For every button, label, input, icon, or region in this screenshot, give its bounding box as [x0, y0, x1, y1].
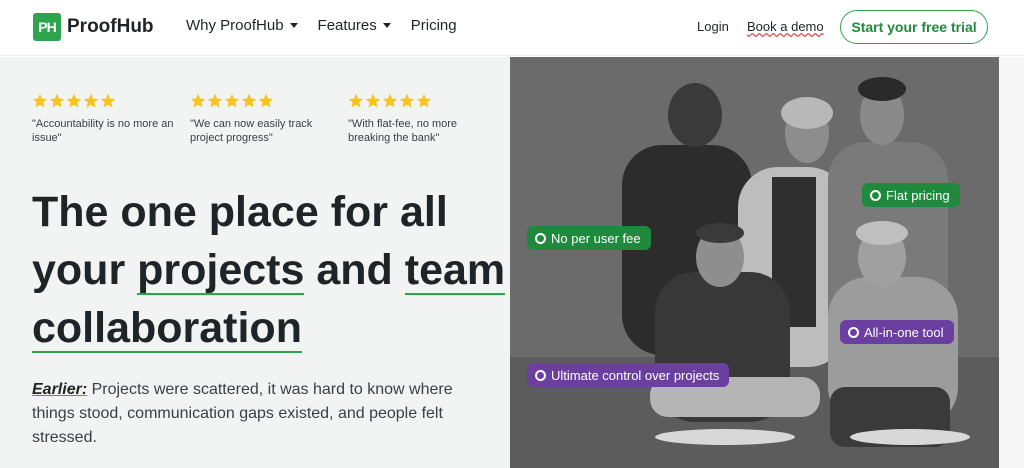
star-icon [224, 93, 240, 108]
main-nav: Why ProofHub Features Pricing [186, 17, 477, 34]
nav-features[interactable]: Features [318, 17, 391, 34]
star-icon [348, 93, 364, 108]
hero-description: Earlier: Projects were scattered, it was… [32, 378, 482, 450]
star-icon [399, 93, 415, 108]
review-text: "We can now easily track project progres… [190, 118, 313, 144]
tag-label: Ultimate control over projects [551, 367, 720, 383]
team-photo-illustration [510, 57, 999, 468]
headline-collaboration: collaboration [32, 304, 302, 353]
star-icon [66, 93, 82, 108]
hero-left-panel: "Accountability is no more an issue" "We… [0, 57, 510, 468]
star-rating [348, 93, 498, 109]
star-icon [382, 93, 398, 108]
headline-part: and [304, 246, 405, 294]
circle-icon [535, 232, 546, 244]
tag-flat-pricing: Flat pricing [862, 183, 960, 207]
circle-icon [848, 326, 859, 338]
logo-mark: PH [33, 13, 61, 41]
top-navbar: PH ProofHub Why ProofHub Features Pricin… [0, 0, 1024, 56]
hero-headline: The one place for all your projects and … [32, 183, 512, 357]
star-rating [32, 93, 182, 109]
review-3: "With flat-fee, no more breaking the ban… [348, 93, 498, 145]
headline-projects: projects [137, 246, 305, 295]
nav-label: Pricing [410, 17, 457, 34]
star-icon [207, 93, 223, 108]
review-text: "Accountability is no more an issue" [32, 118, 174, 144]
logo-text: ProofHub [67, 16, 154, 37]
tag-label: No per user fee [551, 230, 641, 246]
proofhub-logo[interactable]: PH ProofHub [33, 13, 154, 41]
tag-all-in-one-tool: All-in-one tool [840, 320, 954, 344]
review-text: "With flat-fee, no more breaking the ban… [348, 118, 458, 144]
chevron-down-icon [289, 23, 298, 28]
star-icon [32, 93, 48, 108]
star-icon [100, 93, 116, 108]
star-icon [416, 93, 432, 108]
tag-label: Flat pricing [886, 187, 950, 203]
tag-ultimate-control: Ultimate control over projects [527, 363, 730, 387]
star-icon [83, 93, 99, 108]
description-lead: Earlier: [32, 381, 88, 398]
book-demo-link[interactable]: Book a demo [747, 19, 824, 34]
circle-icon [535, 369, 546, 381]
tag-no-per-user-fee: No per user fee [527, 226, 651, 250]
start-free-trial-button[interactable]: Start your free trial [840, 10, 988, 44]
nav-label: Why ProofHub [186, 17, 284, 34]
chevron-down-icon [382, 23, 391, 28]
star-icon [190, 93, 206, 108]
login-link[interactable]: Login [697, 19, 729, 34]
star-icon [241, 93, 257, 108]
nav-label: Features [317, 17, 377, 34]
review-2: "We can now easily track project progres… [190, 93, 340, 145]
star-icon [258, 93, 274, 108]
description-text: Projects were scattered, it was hard to … [32, 381, 453, 446]
star-icon [49, 93, 65, 108]
nav-pricing[interactable]: Pricing [411, 17, 457, 34]
review-1: "Accountability is no more an issue" [32, 93, 182, 145]
circle-icon [870, 189, 881, 201]
team-photo: No per user fee Flat pricing All-in-one … [510, 57, 999, 468]
star-rating [190, 93, 340, 109]
tag-label: All-in-one tool [864, 324, 944, 340]
headline-team: team [404, 246, 506, 295]
page-right-margin [999, 57, 1024, 468]
nav-why-proofhub[interactable]: Why ProofHub [186, 17, 298, 34]
star-icon [365, 93, 381, 108]
